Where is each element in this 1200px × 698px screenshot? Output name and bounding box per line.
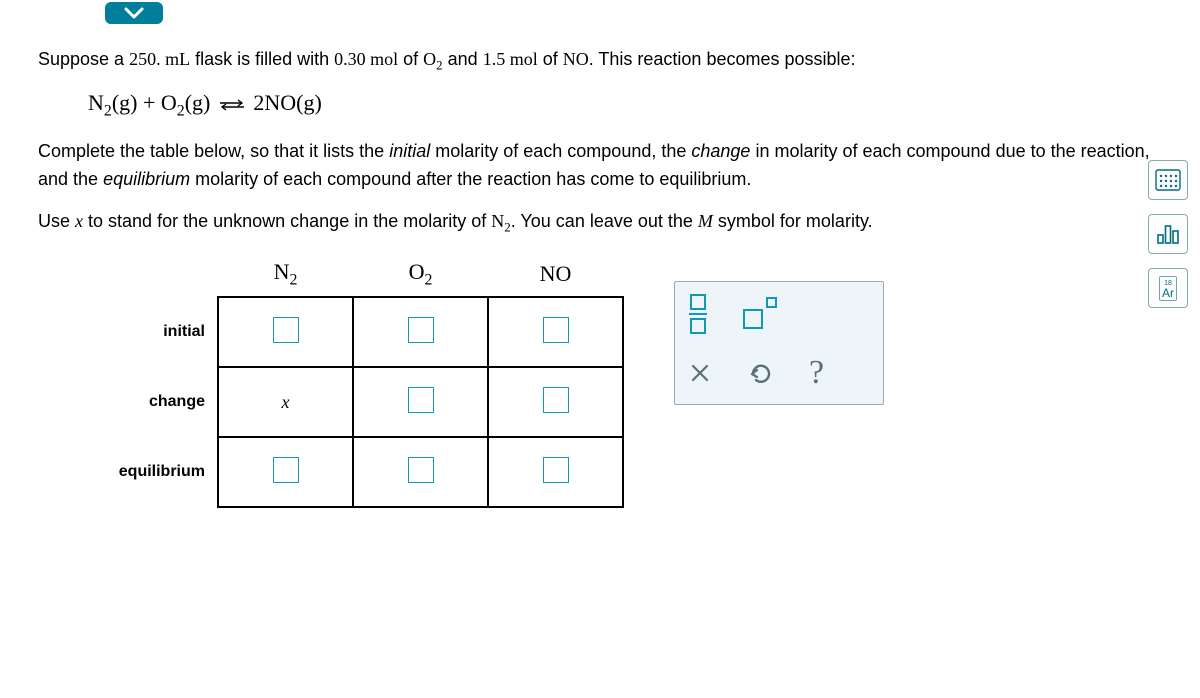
- input-initial-n2[interactable]: [273, 317, 299, 343]
- undo-button[interactable]: [747, 360, 773, 386]
- fraction-denominator-icon: [690, 318, 706, 334]
- row-header-initial: initial: [58, 297, 218, 367]
- help-button[interactable]: ?: [809, 354, 824, 392]
- input-eq-n2[interactable]: [273, 457, 299, 483]
- argon-icon: 18 Ar: [1159, 276, 1177, 301]
- math-keypad: ?: [674, 281, 884, 405]
- bar-chart-icon: [1155, 223, 1181, 245]
- input-eq-o2[interactable]: [408, 457, 434, 483]
- calculator-button[interactable]: [1148, 160, 1188, 200]
- clear-button[interactable]: [689, 362, 711, 384]
- input-change-no[interactable]: [543, 387, 569, 413]
- input-change-o2[interactable]: [408, 387, 434, 413]
- reaction-equation: N2(g) + O2(g) 2NO(g): [88, 90, 1180, 120]
- fraction-numerator-icon: [690, 294, 706, 310]
- col-header-no: NO: [488, 251, 623, 297]
- exponent-base-icon: [743, 309, 763, 329]
- collapse-toggle[interactable]: [105, 2, 163, 24]
- row-header-change: change: [58, 367, 218, 437]
- col-header-n2: N2: [218, 251, 353, 297]
- fraction-bar-icon: [689, 313, 707, 315]
- input-initial-o2[interactable]: [408, 317, 434, 343]
- instructions-2: Use x to stand for the unknown change in…: [38, 208, 1180, 238]
- problem-intro: Suppose a 250. mL flask is filled with 0…: [38, 46, 1180, 76]
- input-eq-no[interactable]: [543, 457, 569, 483]
- chart-button[interactable]: [1148, 214, 1188, 254]
- col-header-o2: O2: [353, 251, 488, 297]
- exponent-button[interactable]: [743, 299, 777, 329]
- periodic-table-button[interactable]: 18 Ar: [1148, 268, 1188, 308]
- input-initial-no[interactable]: [543, 317, 569, 343]
- calculator-icon: [1155, 169, 1181, 191]
- fraction-button[interactable]: [689, 294, 707, 334]
- ice-table: N2 O2 NO initial change x equilibrium: [58, 251, 624, 508]
- row-header-equilibrium: equilibrium: [58, 437, 218, 507]
- instructions-1: Complete the table below, so that it lis…: [38, 138, 1180, 194]
- cell-change-n2[interactable]: x: [282, 392, 290, 412]
- exponent-sup-icon: [766, 297, 777, 308]
